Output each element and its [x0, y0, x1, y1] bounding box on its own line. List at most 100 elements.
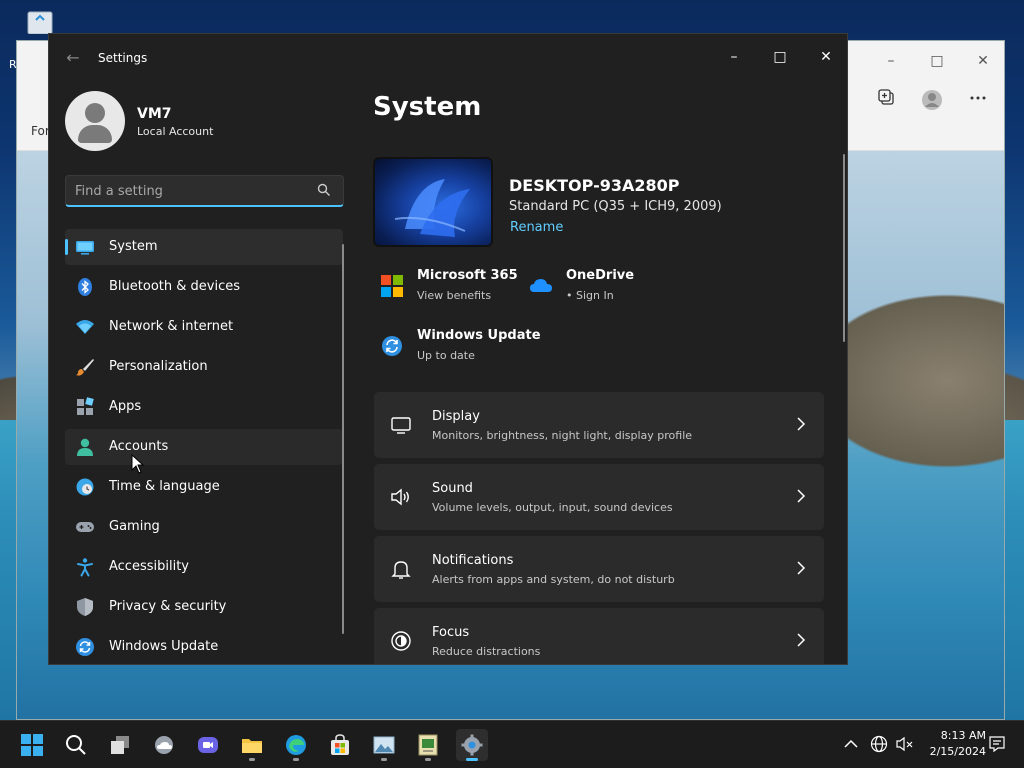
file-explorer-button[interactable]	[236, 729, 268, 761]
card-title: Sound	[432, 481, 473, 496]
sidebar-item-system[interactable]: System	[65, 229, 343, 265]
sidebar-item-label: Windows Update	[109, 639, 219, 654]
photos-icon	[373, 736, 395, 754]
microsoft-365-title: Microsoft 365	[417, 268, 518, 283]
card-focus[interactable]: Focus Reduce distractions	[374, 608, 824, 664]
maximize-button[interactable]: □	[757, 42, 803, 72]
brush-icon	[76, 359, 94, 376]
search-input[interactable]	[75, 182, 305, 200]
close-button[interactable]: ✕	[803, 42, 847, 72]
onedrive-cloud-icon	[530, 279, 552, 292]
shield-icon	[77, 598, 93, 616]
card-title: Focus	[432, 625, 470, 640]
sidebar-scrollbar[interactable]	[342, 244, 344, 634]
card-display[interactable]: Display Monitors, brightness, night ligh…	[374, 392, 824, 458]
device-wallpaper-thumbnail	[373, 157, 493, 247]
recycle-bin-icon[interactable]	[22, 8, 58, 35]
sidebar-item-label: Personalization	[109, 359, 208, 374]
bg-minimize-button[interactable]: –	[883, 53, 899, 69]
mouse-cursor-icon	[131, 454, 145, 474]
profile-name: VM7	[137, 106, 172, 122]
controller-icon	[76, 522, 94, 532]
chevron-up-icon[interactable]	[842, 735, 860, 753]
card-subtitle: Reduce distractions	[432, 645, 541, 658]
sidebar-item-label: System	[109, 239, 158, 254]
task-view-button[interactable]	[104, 729, 136, 761]
sidebar-item-label: Accessibility	[109, 559, 189, 574]
edge-icon	[286, 735, 306, 755]
settings-window[interactable]: ← Settings – □ ✕ VM7 Local Account Syste…	[48, 33, 848, 665]
search-box[interactable]	[65, 175, 344, 207]
page-title: System	[373, 92, 482, 122]
chevron-right-icon	[797, 561, 806, 575]
microsoft-logo-icon	[381, 275, 403, 297]
globe-network-icon[interactable]	[870, 735, 888, 753]
avatar	[65, 91, 125, 151]
sidebar-item-bluetooth[interactable]: Bluetooth & devices	[65, 269, 343, 305]
teams-chat-button[interactable]	[192, 729, 224, 761]
edge-browser-button[interactable]	[280, 729, 312, 761]
back-button[interactable]: ←	[63, 48, 83, 68]
system-icon	[76, 241, 94, 255]
more-options-icon[interactable]	[967, 89, 989, 111]
sidebar-item-gaming[interactable]: Gaming	[65, 509, 343, 545]
gear-icon	[461, 734, 483, 756]
onedrive-signin[interactable]: • Sign In	[566, 289, 614, 302]
notepad-app-button[interactable]	[412, 729, 444, 761]
widgets-button[interactable]	[148, 729, 180, 761]
sidebar-item-personalization[interactable]: Personalization	[65, 349, 343, 385]
search-taskbar-button[interactable]	[60, 729, 92, 761]
sidebar-nav: System Bluetooth & devices Network & int…	[65, 229, 343, 664]
chevron-right-icon	[797, 489, 806, 503]
card-subtitle: Volume levels, output, input, sound devi…	[432, 501, 673, 514]
clock-time[interactable]: 8:13 AM	[922, 729, 986, 742]
microsoft-365-subtitle[interactable]: View benefits	[417, 289, 491, 302]
focus-icon	[391, 631, 411, 651]
device-name: DESKTOP-93A280P	[509, 176, 680, 195]
sidebar-item-label: Privacy & security	[109, 599, 227, 614]
sidebar-item-privacy-security[interactable]: Privacy & security	[65, 589, 343, 625]
clock-date[interactable]: 2/15/2024	[918, 745, 986, 758]
card-notifications[interactable]: Notifications Alerts from apps and syste…	[374, 536, 824, 602]
content-scrollbar[interactable]	[843, 154, 845, 342]
taskbar: 8:13 AM 2/15/2024	[0, 720, 1024, 768]
weather-widget-icon	[155, 736, 173, 754]
sidebar-item-accessibility[interactable]: Accessibility	[65, 549, 343, 585]
photos-app-button[interactable]	[368, 729, 400, 761]
title-bar[interactable]: ← Settings – □ ✕	[49, 34, 847, 82]
sidebar-item-network[interactable]: Network & internet	[65, 309, 343, 345]
task-view-icon	[111, 736, 129, 754]
sidebar-item-accounts[interactable]: Accounts	[65, 429, 343, 465]
sidebar-item-windows-update[interactable]: Windows Update	[65, 629, 343, 664]
start-button[interactable]	[16, 729, 48, 761]
card-sound[interactable]: Sound Volume levels, output, input, soun…	[374, 464, 824, 530]
sidebar-item-time-language[interactable]: Time & language	[65, 469, 343, 505]
collections-icon[interactable]	[876, 89, 898, 111]
bell-icon	[391, 561, 411, 579]
sidebar-item-apps[interactable]: Apps	[65, 389, 343, 425]
bg-close-button[interactable]: ✕	[975, 53, 991, 69]
user-profile[interactable]: VM7 Local Account	[65, 91, 345, 151]
chat-icon	[198, 737, 218, 753]
sidebar-item-label: Time & language	[109, 479, 220, 494]
rename-link[interactable]: Rename	[510, 220, 563, 235]
sidebar-item-label: Gaming	[109, 519, 160, 534]
profile-avatar-icon[interactable]	[921, 89, 943, 111]
account-icon	[77, 438, 93, 456]
search-icon[interactable]	[317, 183, 331, 197]
notification-center-icon[interactable]	[988, 735, 1006, 753]
volume-muted-icon[interactable]	[896, 735, 914, 753]
folder-icon	[242, 739, 262, 753]
update-icon	[76, 638, 94, 656]
bluetooth-icon	[78, 278, 92, 296]
minimize-button[interactable]: –	[711, 42, 757, 72]
device-model: Standard PC (Q35 + ICH9, 2009)	[509, 199, 722, 214]
store-icon	[331, 734, 349, 755]
bg-maximize-button[interactable]: □	[929, 53, 945, 69]
sidebar-item-label: Bluetooth & devices	[109, 279, 240, 294]
microsoft-store-button[interactable]	[324, 729, 356, 761]
settings-taskbar-button[interactable]	[456, 729, 488, 761]
card-subtitle: Alerts from apps and system, do not dist…	[432, 573, 675, 586]
chevron-right-icon	[797, 633, 806, 647]
sidebar-item-label: Network & internet	[109, 319, 234, 334]
